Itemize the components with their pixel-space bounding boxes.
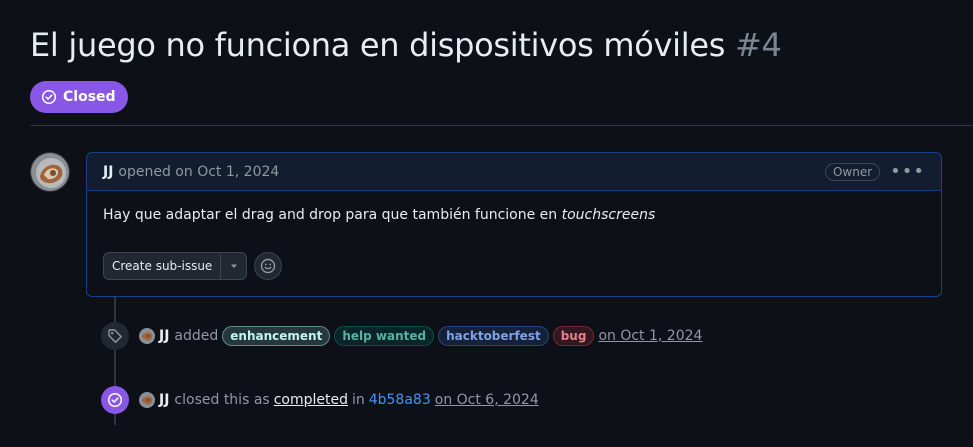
comment-author[interactable]: JJ	[103, 164, 113, 180]
comment-actions: Create sub-issue	[103, 252, 283, 280]
labeled-event: JJ added enhancement help wanted hacktober…	[101, 322, 702, 350]
issue-state-label: Closed	[63, 89, 116, 105]
label-hacktoberfest[interactable]: hacktoberfest	[438, 326, 549, 346]
create-sub-issue-button[interactable]: Create sub-issue	[104, 253, 220, 279]
issue-page: El juego no funciona en dispositivos móv…	[0, 0, 973, 447]
author-avatar[interactable]	[30, 152, 70, 192]
event-author-avatar[interactable]	[139, 328, 155, 344]
closed-check-circle-icon	[41, 89, 57, 105]
event-author[interactable]: JJ	[159, 392, 169, 408]
create-sub-issue-split-button: Create sub-issue	[103, 252, 248, 280]
label-bug[interactable]: bug	[552, 326, 595, 346]
event-date[interactable]: on Oct 6, 2024	[435, 392, 539, 408]
comment-body-text: Hay que adaptar el drag and drop para qu…	[103, 207, 562, 223]
label-list: enhancement help wanted hacktoberfest bug	[218, 326, 595, 346]
event-action: closed this as	[174, 392, 270, 408]
owner-badge: Owner	[824, 162, 881, 181]
triangle-down-icon	[230, 264, 237, 268]
header-divider	[30, 125, 973, 126]
smiley-icon	[261, 258, 276, 274]
event-author[interactable]: JJ	[159, 328, 169, 344]
label-enhancement[interactable]: enhancement	[222, 326, 331, 346]
issue-state-badge: Closed	[30, 81, 128, 113]
close-reason-link[interactable]: completed	[274, 392, 348, 408]
issue-title: El juego no funciona en dispositivos móv…	[30, 26, 782, 64]
event-in-text: in	[351, 392, 365, 408]
issue-comment: JJ opened on Oct 1, 2024 Owner ••• Hay q…	[86, 152, 942, 297]
label-help-wanted[interactable]: help wanted	[334, 326, 435, 346]
issue-number: #4	[734, 26, 782, 64]
sub-issue-dropdown-button[interactable]	[220, 253, 246, 279]
comment-body-emphasis: touchscreens	[561, 207, 656, 223]
issue-title-text: El juego no funciona en dispositivos móv…	[30, 26, 726, 64]
comment-meta[interactable]: opened on Oct 1, 2024	[118, 164, 279, 180]
kebab-menu-icon[interactable]: •••	[890, 162, 925, 181]
event-action: added	[174, 328, 219, 344]
event-author-avatar[interactable]	[139, 392, 155, 408]
closed-event: JJ closed this as completed in 4b58a83 o…	[101, 386, 539, 414]
commit-sha-link[interactable]: 4b58a83	[369, 392, 431, 408]
add-reaction-button[interactable]	[254, 252, 283, 280]
comment-body: Hay que adaptar el drag and drop para qu…	[87, 191, 941, 223]
event-date[interactable]: on Oct 1, 2024	[598, 328, 702, 344]
closed-check-circle-icon	[101, 386, 129, 414]
comment-header: JJ opened on Oct 1, 2024 Owner •••	[87, 153, 941, 191]
tag-icon	[101, 322, 129, 350]
